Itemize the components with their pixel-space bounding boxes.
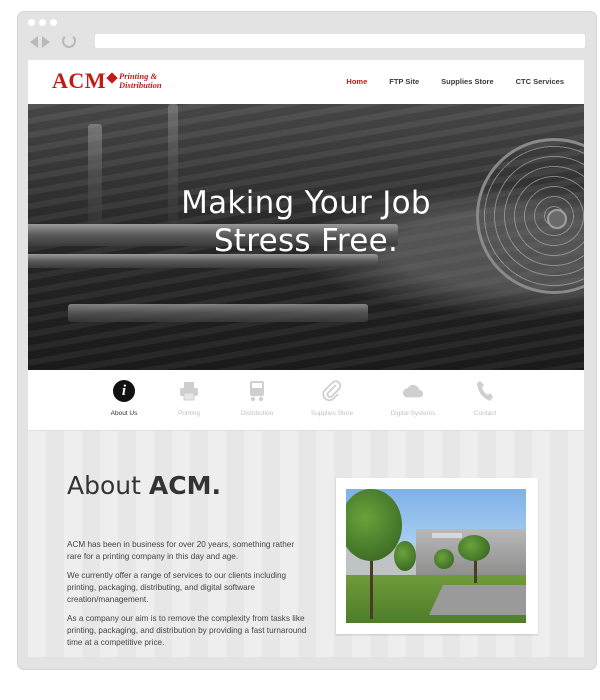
printer-icon xyxy=(178,380,200,402)
tree xyxy=(394,541,416,571)
window-dot-maximize[interactable] xyxy=(50,19,57,26)
acm-logo[interactable]: ACM Printing & Distribution xyxy=(52,68,162,94)
back-arrow-icon[interactable] xyxy=(30,36,38,48)
paperclip-icon xyxy=(321,380,343,402)
site-header: ACM Printing & Distribution Home FTP Sit… xyxy=(28,60,584,104)
service-supplies-store[interactable]: Supplies Store xyxy=(292,380,372,417)
hero-banner: Making Your Job Stress Free. xyxy=(28,104,584,370)
services-bar: i About Us Printing Distribution Supplie… xyxy=(28,370,584,431)
about-heading-prefix: About xyxy=(67,471,149,500)
window-controls xyxy=(28,19,57,26)
address-bar[interactable] xyxy=(95,34,585,48)
tree xyxy=(458,535,490,561)
reload-icon[interactable] xyxy=(62,34,76,48)
about-paragraph: We currently offer a range of services t… xyxy=(67,571,287,604)
phone-icon xyxy=(474,380,496,402)
nav-home[interactable]: Home xyxy=(346,77,367,86)
logo-tagline-line2: Distribution xyxy=(119,80,162,90)
service-label: Contact xyxy=(473,410,497,417)
cloud-icon xyxy=(402,380,424,402)
hero-headline-line1: Making Your Job xyxy=(181,185,431,221)
driveway xyxy=(429,585,526,615)
about-paragraph: As a company our aim is to remove the co… xyxy=(67,614,307,647)
service-digital-systems[interactable]: Digital Systems xyxy=(373,380,453,417)
nav-supplies-store[interactable]: Supplies Store xyxy=(441,77,494,86)
hero-headline: Making Your Job Stress Free. xyxy=(28,184,584,260)
service-label: Supplies Store xyxy=(310,410,354,417)
building-sign xyxy=(432,533,462,538)
hero-headline-line2: Stress Free. xyxy=(213,223,399,259)
about-heading: About ACM. xyxy=(67,471,221,500)
service-label: Distribution xyxy=(240,410,274,417)
logo-wordmark: ACM xyxy=(52,68,107,93)
nav-ftp-site[interactable]: FTP Site xyxy=(389,77,419,86)
service-contact[interactable]: Contact xyxy=(445,380,525,417)
press-roller xyxy=(68,304,368,322)
forward-arrow-icon[interactable] xyxy=(42,36,50,48)
tree xyxy=(434,549,454,569)
about-paragraph: ACM has been in business for over 20 yea… xyxy=(67,540,295,561)
about-heading-bold: ACM. xyxy=(148,471,221,500)
window-dot-minimize[interactable] xyxy=(39,19,46,26)
maple-leaf-icon xyxy=(106,72,118,84)
top-navigation: Home FTP Site Supplies Store CTC Service… xyxy=(346,77,564,86)
building-photo-card xyxy=(336,478,538,634)
window-dot-close[interactable] xyxy=(28,19,35,26)
about-section: About ACM. ACM has been in business for … xyxy=(28,431,584,657)
browser-window: ACM Printing & Distribution Home FTP Sit… xyxy=(18,12,596,669)
info-icon: i xyxy=(113,380,135,402)
web-page: ACM Printing & Distribution Home FTP Sit… xyxy=(28,60,584,657)
building-photo xyxy=(346,489,526,623)
truck-icon xyxy=(246,380,268,402)
service-distribution[interactable]: Distribution xyxy=(217,380,297,417)
nav-ctc-services[interactable]: CTC Services xyxy=(516,77,564,86)
logo-tagline: Printing & Distribution xyxy=(119,72,162,90)
service-label: Digital Systems xyxy=(390,410,436,417)
